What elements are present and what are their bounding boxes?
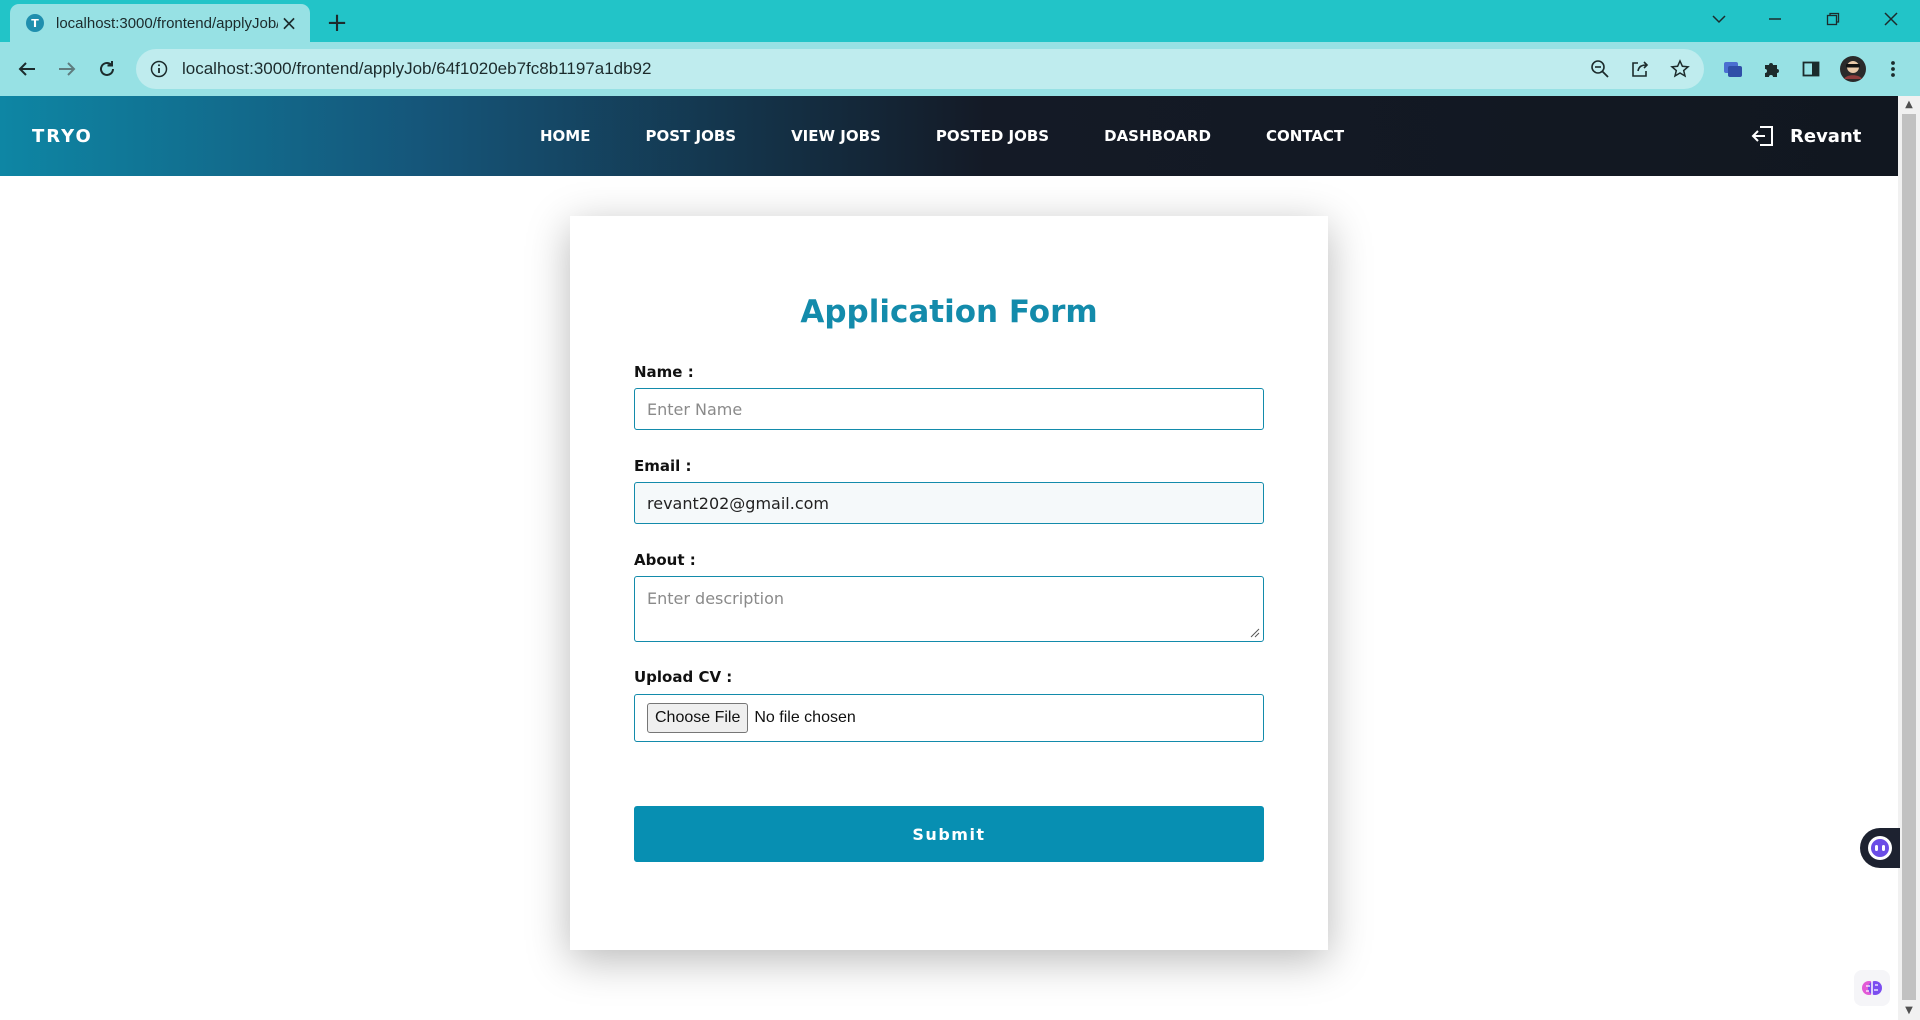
minimize-icon[interactable] — [1752, 4, 1798, 34]
brand-logo[interactable]: TRYO — [32, 96, 93, 176]
form-title: Application Form — [800, 294, 1098, 330]
extension-icon[interactable] — [1718, 54, 1748, 84]
submit-button[interactable]: Submit — [634, 806, 1264, 862]
application-form-card: Application Form Name : Enter Name Email… — [570, 216, 1328, 950]
close-icon[interactable]: × — [278, 11, 300, 35]
plus-icon[interactable]: + — [322, 8, 352, 38]
choose-file-button[interactable]: Choose File — [647, 703, 749, 733]
name-label: Name : — [634, 363, 694, 381]
scroll-up-icon[interactable]: ▲ — [1903, 99, 1915, 111]
close-icon[interactable] — [1868, 4, 1914, 34]
side-panel-icon[interactable] — [1796, 54, 1826, 84]
nav-link-dashboard[interactable]: DASHBOARD — [1104, 127, 1211, 145]
back-arrow-icon[interactable] — [12, 54, 42, 84]
email-value: revant202@gmail.com — [647, 493, 829, 513]
brain-widget-icon[interactable] — [1854, 970, 1890, 1006]
name-input[interactable]: Enter Name — [634, 388, 1264, 430]
browser-toolbar: localhost:3000/frontend/applyJob/64f1020… — [0, 42, 1920, 96]
reload-icon[interactable] — [92, 54, 122, 84]
chatbot-widget-icon[interactable] — [1860, 828, 1900, 868]
site-navbar: TRYO HOME POST JOBS VIEW JOBS POSTED JOB… — [0, 96, 1898, 176]
nav-link-view-jobs[interactable]: VIEW JOBS — [791, 127, 881, 145]
tab-search-icon[interactable] — [1696, 4, 1742, 34]
email-label: Email : — [634, 457, 692, 475]
cv-file-input[interactable]: Choose File No file chosen — [634, 694, 1264, 742]
profile-avatar[interactable] — [1838, 54, 1868, 84]
user-name[interactable]: Revant — [1790, 126, 1861, 147]
url-text[interactable]: localhost:3000/frontend/applyJob/64f1020… — [182, 59, 651, 79]
browser-tabstrip: T localhost:3000/frontend/applyJob/64f10… — [0, 0, 1920, 42]
logout-icon[interactable] — [1750, 123, 1776, 149]
puzzle-icon[interactable] — [1757, 54, 1787, 84]
browser-tab[interactable]: T localhost:3000/frontend/applyJob/64f10… — [10, 4, 310, 42]
cv-label: Upload CV : — [634, 668, 733, 686]
share-icon[interactable] — [1628, 57, 1652, 81]
tab-favicon: T — [26, 14, 44, 32]
scroll-down-icon[interactable]: ▼ — [1903, 1005, 1915, 1017]
address-bar[interactable]: localhost:3000/frontend/applyJob/64f1020… — [136, 49, 1704, 89]
about-label: About : — [634, 551, 696, 569]
forward-arrow-icon[interactable] — [52, 54, 82, 84]
about-placeholder: Enter description — [647, 589, 784, 608]
resize-handle-icon[interactable] — [1250, 628, 1260, 638]
restore-icon[interactable] — [1810, 4, 1856, 34]
nav-link-posted-jobs[interactable]: POSTED JOBS — [936, 127, 1049, 145]
tab-title: localhost:3000/frontend/applyJob/64f1020… — [56, 14, 278, 32]
site-info-icon[interactable] — [150, 60, 168, 78]
bookmark-star-icon[interactable] — [1668, 57, 1692, 81]
email-input[interactable]: revant202@gmail.com — [634, 482, 1264, 524]
name-placeholder: Enter Name — [647, 399, 743, 419]
page-scrollbar[interactable]: ▲ ▼ — [1898, 96, 1920, 1020]
nav-link-contact[interactable]: CONTACT — [1266, 127, 1344, 145]
nav-links: HOME POST JOBS VIEW JOBS POSTED JOBS DAS… — [540, 96, 1399, 176]
menu-kebab-icon[interactable] — [1878, 54, 1908, 84]
zoom-out-icon[interactable] — [1588, 57, 1612, 81]
about-textarea[interactable]: Enter description — [634, 576, 1264, 642]
file-status: No file chosen — [754, 709, 856, 726]
user-menu[interactable]: Revant — [1750, 96, 1861, 176]
nav-link-home[interactable]: HOME — [540, 127, 590, 145]
nav-link-post-jobs[interactable]: POST JOBS — [645, 127, 736, 145]
scroll-thumb[interactable] — [1902, 114, 1916, 1000]
